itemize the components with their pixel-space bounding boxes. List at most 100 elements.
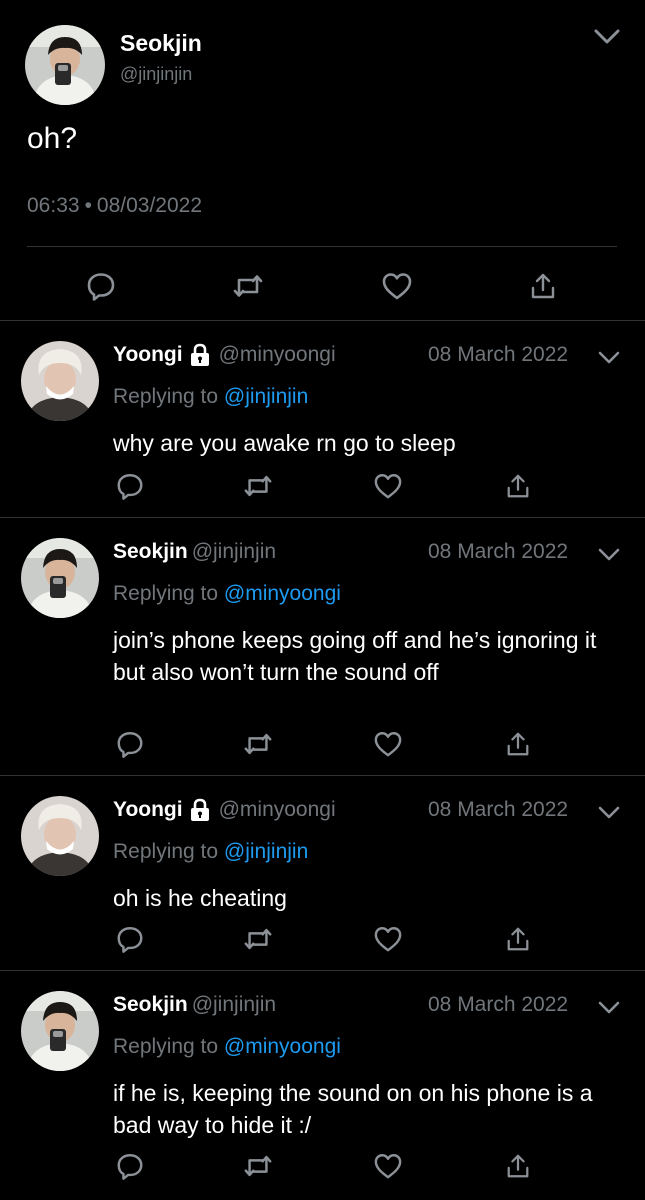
lock-icon [190, 798, 209, 821]
author-name[interactable]: Seokjin [120, 30, 202, 57]
chevron-down-icon[interactable] [597, 350, 621, 366]
mention-link[interactable]: @jinjinjin [224, 840, 308, 863]
replying-to: Replying to @jinjinjin [113, 840, 308, 864]
like-button[interactable] [377, 266, 417, 306]
tweet-date[interactable]: 08 March 2022 [428, 343, 568, 367]
action-bar [0, 262, 645, 310]
heart-icon [374, 732, 402, 757]
share-icon [507, 927, 529, 951]
share-icon [507, 1154, 529, 1178]
meta-separator: • [84, 194, 92, 217]
heart-icon [382, 273, 412, 300]
reply-header: Seokjin @jinjinjin [113, 540, 276, 570]
reply-button[interactable] [110, 919, 150, 959]
heart-icon [374, 1154, 402, 1179]
mention-link[interactable]: @jinjinjin [224, 385, 308, 408]
mention-link[interactable]: @minyoongi [224, 1035, 341, 1058]
like-button[interactable] [368, 1146, 408, 1186]
retweet-icon [244, 475, 272, 497]
author-handle[interactable]: @jinjinjin [120, 64, 192, 85]
main-tweet: Seokjin @jinjinjin oh? 06:33 • 08/03/2022 [0, 0, 645, 320]
reply-icon [87, 273, 115, 301]
chevron-down-icon[interactable] [597, 547, 621, 563]
reply-button[interactable] [81, 266, 121, 306]
avatar[interactable] [21, 341, 99, 421]
author-handle[interactable]: @minyoongi [219, 343, 336, 366]
replying-label: Replying to [113, 385, 219, 408]
replying-to: Replying to @jinjinjin [113, 385, 308, 409]
chevron-down-icon[interactable] [592, 26, 622, 48]
chevron-down-icon[interactable] [597, 1000, 621, 1016]
retweet-icon [244, 1155, 272, 1177]
replying-label: Replying to [113, 840, 219, 863]
reply-icon [117, 474, 143, 500]
retweet-icon [233, 275, 263, 297]
retweet-button[interactable] [238, 919, 278, 959]
tweet-thread: Seokjin @jinjinjin oh? 06:33 • 08/03/2022 [0, 0, 645, 1200]
tweet-text: oh is he cheating [113, 885, 287, 911]
reply-button[interactable] [110, 1146, 150, 1186]
retweet-button[interactable] [228, 266, 268, 306]
avatar[interactable] [21, 796, 99, 876]
avatar[interactable] [25, 25, 105, 105]
retweet-button[interactable] [238, 466, 278, 506]
retweet-button[interactable] [238, 724, 278, 764]
reply-icon [117, 1154, 143, 1180]
retweet-button[interactable] [238, 1146, 278, 1186]
divider [27, 246, 617, 247]
share-button[interactable] [498, 724, 538, 764]
heart-icon [374, 474, 402, 499]
tweet-date[interactable]: 08 March 2022 [428, 540, 568, 564]
author-name[interactable]: Yoongi [113, 343, 183, 366]
tweet-date: 08/03/2022 [96, 194, 203, 217]
share-button[interactable] [498, 919, 538, 959]
author-name[interactable]: Yoongi [113, 798, 183, 821]
author-handle[interactable]: @minyoongi [219, 798, 336, 821]
tweet-timestamp: 06:33 • 08/03/2022 [27, 194, 202, 218]
like-button[interactable] [368, 466, 408, 506]
reply-tweet[interactable]: Yoongi @minyoongi 08 March 2022 Replying … [0, 776, 645, 970]
reply-icon [117, 732, 143, 758]
retweet-icon [244, 928, 272, 950]
tweet-text: if he is, keeping the sound on on his ph… [113, 1080, 593, 1138]
reply-tweet[interactable]: Seokjin @jinjinjin 08 March 2022 Replying… [0, 971, 645, 1200]
avatar[interactable] [21, 538, 99, 618]
author-handle[interactable]: @jinjinjin [192, 540, 276, 563]
chevron-down-icon[interactable] [597, 805, 621, 821]
share-button[interactable] [498, 1146, 538, 1186]
tweet-text: join’s phone keeps going off and he’s ig… [113, 627, 597, 685]
reply-header: Seokjin @jinjinjin [113, 993, 276, 1023]
author-handle[interactable]: @jinjinjin [192, 993, 276, 1016]
reply-button[interactable] [110, 724, 150, 764]
author-name[interactable]: Seokjin [113, 993, 188, 1016]
heart-icon [374, 927, 402, 952]
share-button[interactable] [498, 466, 538, 506]
reply-tweet[interactable]: Seokjin @jinjinjin 08 March 2022 Replying… [0, 518, 645, 774]
replying-to: Replying to @minyoongi [113, 1035, 341, 1059]
like-button[interactable] [368, 919, 408, 959]
mention-link[interactable]: @minyoongi [224, 582, 341, 605]
reply-header: Yoongi @minyoongi [113, 343, 336, 373]
action-bar [0, 466, 645, 510]
action-bar [0, 919, 645, 963]
like-button[interactable] [368, 724, 408, 764]
tweet-date[interactable]: 08 March 2022 [428, 798, 568, 822]
avatar[interactable] [21, 991, 99, 1071]
replying-to: Replying to @minyoongi [113, 582, 341, 606]
tweet-date[interactable]: 08 March 2022 [428, 993, 568, 1017]
share-icon [507, 732, 529, 756]
retweet-icon [244, 733, 272, 755]
tweet-text: oh? [27, 122, 78, 155]
replying-label: Replying to [113, 582, 219, 605]
tweet-time: 06:33 [27, 194, 80, 217]
share-button[interactable] [523, 266, 563, 306]
reply-icon [117, 927, 143, 953]
lock-icon [190, 343, 209, 366]
tweet-text: why are you awake rn go to sleep [113, 430, 456, 456]
author-name[interactable]: Seokjin [113, 540, 188, 563]
action-bar [0, 724, 645, 768]
reply-button[interactable] [110, 466, 150, 506]
share-icon [507, 474, 529, 498]
share-icon [531, 273, 555, 299]
reply-tweet[interactable]: Yoongi @minyoongi 08 March 2022 Replying … [0, 321, 645, 517]
